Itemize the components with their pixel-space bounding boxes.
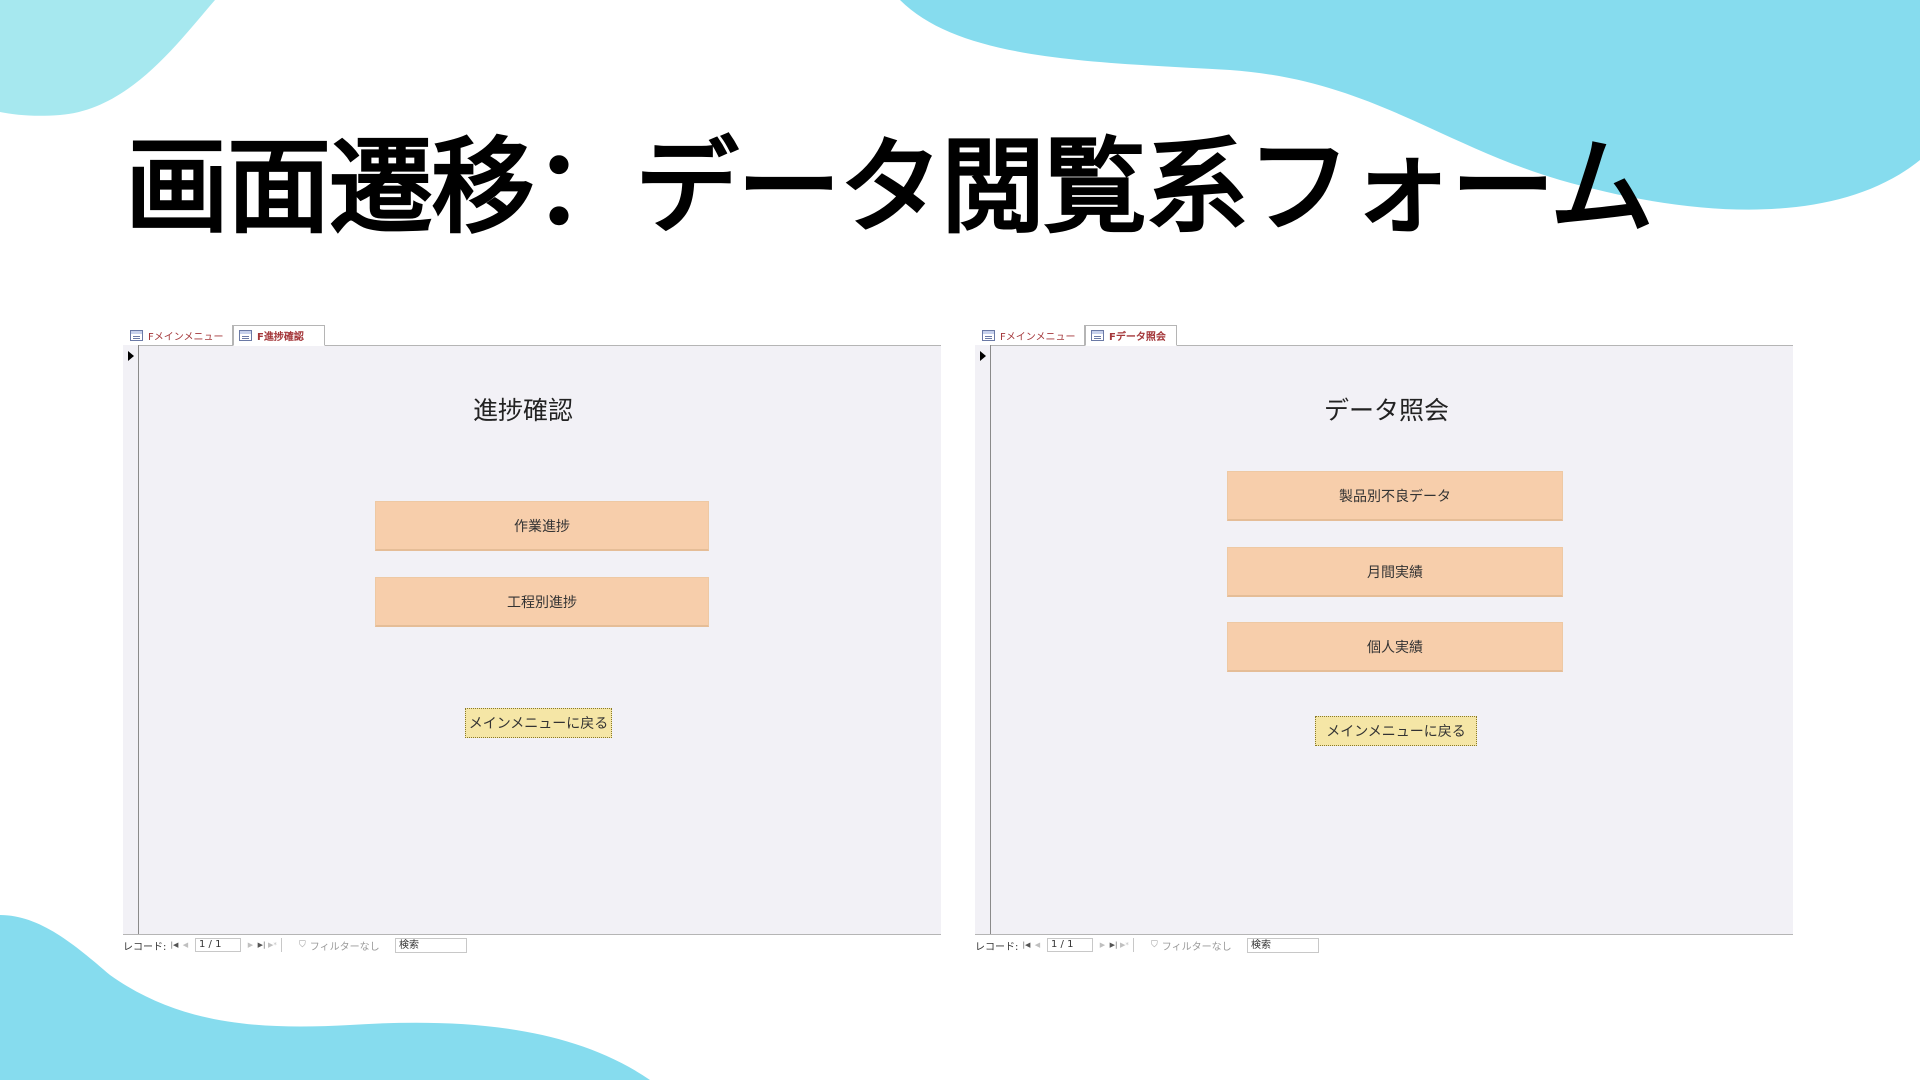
tab-label: Fメインメニュー [1000,331,1076,343]
process-progress-button[interactable]: 工程別進捗 [375,577,709,627]
tab-data-inquiry[interactable]: Fデータ照会 [1085,325,1177,346]
divider [1133,938,1134,952]
monthly-results-button[interactable]: 月間実績 [1227,547,1563,597]
current-record-arrow-icon [980,351,986,361]
form-heading: データ照会 [1324,396,1450,425]
document-tab-bar: Fメインメニュー F進捗確認 [123,323,941,346]
form-icon [130,329,143,341]
tab-label: F進捗確認 [257,332,304,343]
defect-data-by-product-button[interactable]: 製品別不良データ [1227,471,1563,521]
data-inquiry-form-window: Fメインメニュー Fデータ照会 データ照会 製品別不良データ 月間実績 個人実績… [975,323,1793,955]
document-tab-bar: Fメインメニュー Fデータ照会 [975,323,1793,346]
individual-results-button[interactable]: 個人実績 [1227,622,1563,672]
last-record-icon[interactable]: ▶| [1108,938,1119,952]
tab-progress-check[interactable]: F進捗確認 [233,325,325,346]
record-navigation-bar: レコード: |◀ ◀ 1 / 1 ▶ ▶| ▶* ⛉ フィルターなし 検索 [975,934,1793,955]
next-record-icon[interactable]: ▶ [1097,938,1108,952]
record-selector[interactable] [975,345,991,935]
tab-label: Fデータ照会 [1109,332,1166,343]
decorative-blob-top-left [0,0,215,116]
work-progress-button[interactable]: 作業進捗 [375,501,709,551]
back-to-main-menu-button[interactable]: メインメニューに戻る [1315,716,1477,746]
form-icon [1091,330,1104,341]
form-icon [982,329,995,341]
tab-main-menu[interactable]: Fメインメニュー [125,325,233,345]
next-record-icon[interactable]: ▶ [245,938,256,952]
new-record-icon[interactable]: ▶* [1119,938,1130,952]
form-icon [239,330,252,341]
current-record-arrow-icon [128,351,134,361]
filter-status[interactable]: ⛉ フィルターなし [299,938,389,953]
record-label: レコード: [975,941,1019,953]
record-selector[interactable] [123,345,139,935]
slide-title: 画面遷移：データ閲覧系フォーム [125,126,1654,248]
divider [281,938,282,952]
back-to-main-menu-button[interactable]: メインメニューに戻る [465,708,612,738]
first-record-icon[interactable]: |◀ [169,938,180,952]
filter-icon: ⛉ [1151,940,1158,950]
record-number-input[interactable]: 1 / 1 [1047,938,1093,952]
record-number-input[interactable]: 1 / 1 [195,938,241,952]
progress-check-form-window: Fメインメニュー F進捗確認 進捗確認 作業進捗 工程別進捗 メインメニューに戻… [123,323,941,955]
previous-record-icon[interactable]: ◀ [1032,938,1043,952]
record-navigation-bar: レコード: |◀ ◀ 1 / 1 ▶ ▶| ▶* ⛉ フィルターなし 検索 [123,934,941,955]
tab-main-menu[interactable]: Fメインメニュー [977,325,1085,345]
filter-label: フィルターなし [1161,941,1232,953]
form-heading: 進捗確認 [473,396,574,425]
filter-icon: ⛉ [299,940,306,950]
filter-label: フィルターなし [309,941,380,953]
first-record-icon[interactable]: |◀ [1021,938,1032,952]
previous-record-icon[interactable]: ◀ [180,938,191,952]
record-label: レコード: [123,941,167,953]
tab-label: Fメインメニュー [148,331,224,343]
search-input[interactable]: 検索 [1247,937,1319,953]
search-input[interactable]: 検索 [395,937,467,953]
new-record-icon[interactable]: ▶* [267,938,278,952]
filter-status[interactable]: ⛉ フィルターなし [1151,938,1241,953]
last-record-icon[interactable]: ▶| [256,938,267,952]
